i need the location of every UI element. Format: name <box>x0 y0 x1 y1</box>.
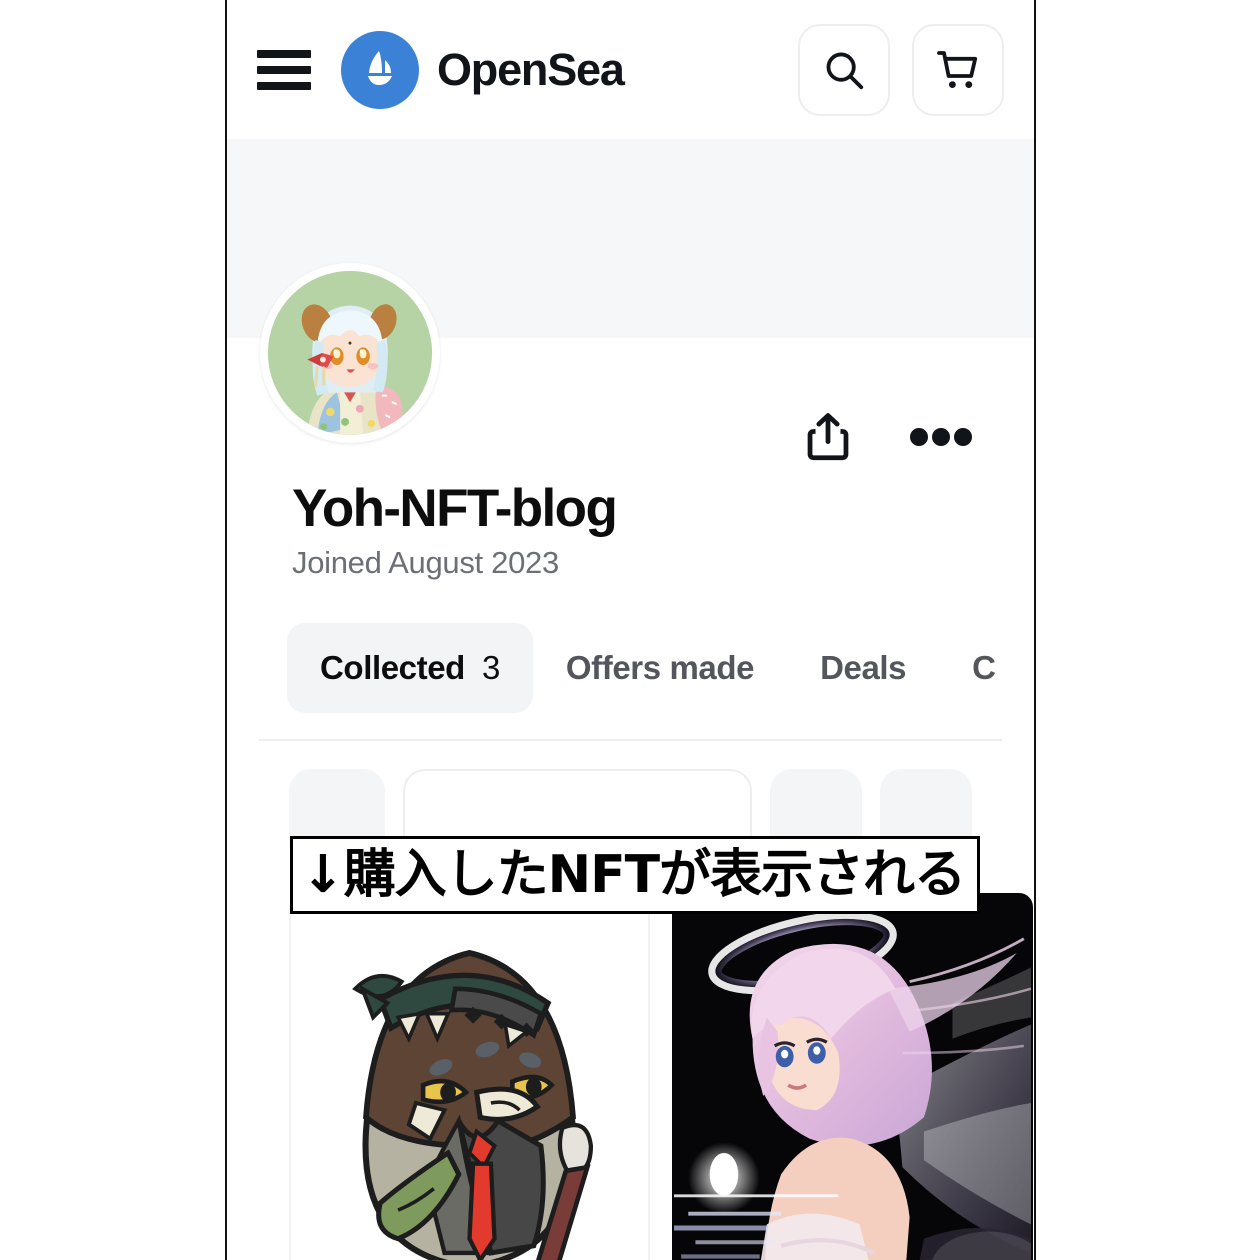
header-actions <box>798 23 1004 116</box>
tab-offers-made[interactable]: Offers made <box>533 623 787 713</box>
nft-card[interactable] <box>672 893 1033 1260</box>
nft-artwork-angel-girl <box>674 896 1031 1260</box>
page-title: Yoh-NFT-blog <box>292 479 618 538</box>
opensea-ship-icon <box>341 30 419 109</box>
tab-created[interactable]: C <box>939 623 1002 713</box>
cart-icon <box>937 50 978 88</box>
joined-date: Joined August 2023 <box>292 545 559 581</box>
screenshot-root: OpenSea Yoh-NFT-blog Joined August 2023 … <box>0 0 1260 1260</box>
nft-card[interactable] <box>289 893 650 1260</box>
brand-name-label: OpenSea <box>437 43 625 95</box>
search-icon <box>826 52 864 89</box>
tab-deals-label: Deals <box>820 649 907 687</box>
ellipsis-icon <box>910 428 972 446</box>
nft-grid <box>259 865 1033 1260</box>
search-button[interactable] <box>798 23 890 116</box>
tab-created-label: C <box>972 649 996 687</box>
profile-tabs: Collected 3 Offers made Deals C <box>259 581 1002 714</box>
avatar-image <box>268 271 432 435</box>
share-button[interactable] <box>806 412 850 462</box>
annotation-text: ↓購入したNFTが表示される <box>301 845 966 905</box>
hamburger-menu-icon[interactable] <box>257 49 311 90</box>
avatar-artwork <box>268 271 432 435</box>
share-icon <box>807 413 849 461</box>
brand-logo-link[interactable]: OpenSea <box>341 30 625 109</box>
tab-collected-label: Collected <box>320 649 465 687</box>
hamburger-bar <box>257 65 311 74</box>
tab-collected[interactable]: Collected 3 <box>287 623 533 714</box>
mobile-page: OpenSea Yoh-NFT-blog Joined August 2023 … <box>225 0 1036 1260</box>
app-header: OpenSea <box>227 0 1034 139</box>
hamburger-bar <box>257 81 311 90</box>
hamburger-bar <box>257 49 311 58</box>
cart-button[interactable] <box>912 23 1004 116</box>
tab-offers-made-label: Offers made <box>565 649 755 687</box>
tab-collected-count: 3 <box>481 649 500 687</box>
tab-deals[interactable]: Deals <box>787 623 939 713</box>
avatar[interactable] <box>260 263 440 443</box>
more-options-button[interactable] <box>910 427 972 447</box>
annotation-callout: ↓購入したNFTが表示される <box>290 836 980 914</box>
nft-artwork-egg-bird <box>291 896 648 1260</box>
profile-section: Yoh-NFT-blog Joined August 2023 Collecte… <box>227 263 1034 1260</box>
